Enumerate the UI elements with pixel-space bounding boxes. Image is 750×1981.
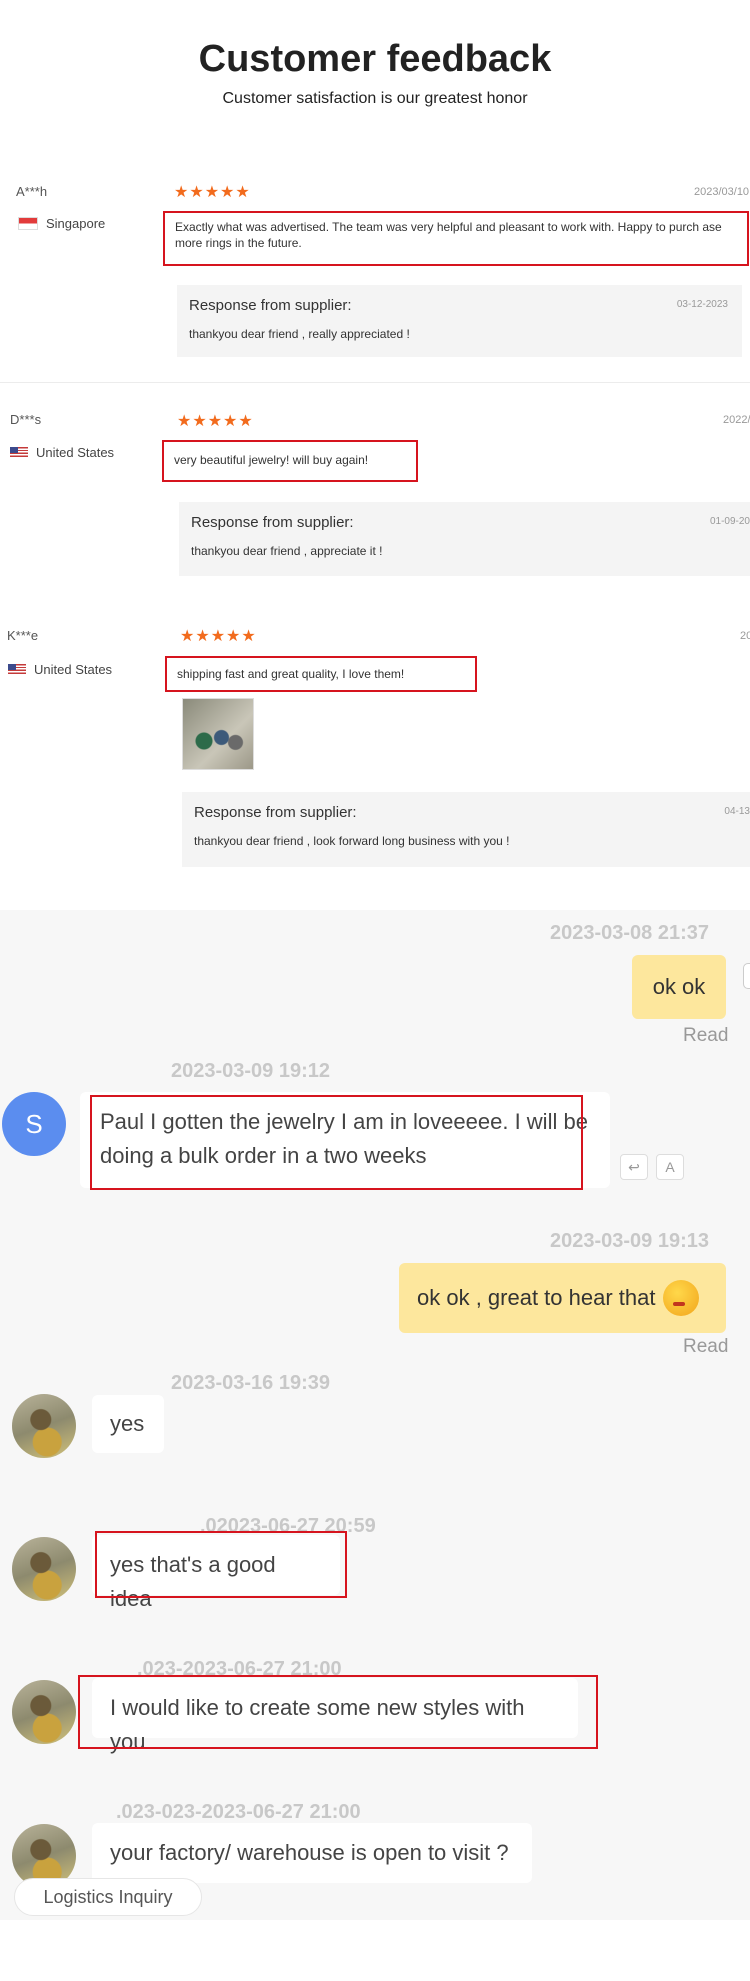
us-flag-icon xyxy=(8,664,26,675)
rating-stars: ★★★★★ xyxy=(180,628,257,645)
message-timestamp: 2023-03-08 21:37 xyxy=(550,922,710,944)
supplier-response: Response from supplier: 03-12-2023 thank… xyxy=(177,285,742,357)
supplier-response: Response from supplier: 01-09-20 thankyo… xyxy=(179,502,750,576)
review-comment: Exactly what was advertised. The team wa… xyxy=(163,211,749,266)
rating-stars: ★★★★★ xyxy=(177,413,254,430)
response-text: thankyou dear friend , appreciate it ! xyxy=(191,544,383,558)
translate-icon[interactable]: A xyxy=(656,1154,684,1180)
page-subtitle: Customer satisfaction is our greatest ho… xyxy=(222,90,528,107)
received-message-bubble[interactable]: yes xyxy=(92,1395,164,1453)
country-label: United States xyxy=(36,445,115,460)
highlight-box xyxy=(78,1675,598,1749)
logistics-inquiry-button[interactable]: Logistics Inquiry xyxy=(14,1878,202,1916)
reviewer-name: A***h xyxy=(16,184,48,199)
read-status: Read xyxy=(683,1025,729,1046)
reviewer-name: K***e xyxy=(7,628,39,643)
reviewer-name: D***s xyxy=(10,412,42,427)
review-comment: shipping fast and great quality, I love … xyxy=(165,656,477,692)
review-date: 2022/ xyxy=(723,414,750,426)
reviewer-country: United States xyxy=(10,445,114,460)
read-status: Read xyxy=(683,1336,729,1357)
us-flag-icon xyxy=(10,447,28,458)
rating-stars: ★★★★★ xyxy=(174,184,251,201)
country-label: Singapore xyxy=(46,216,106,231)
response-date: 04-13 xyxy=(724,806,750,817)
message-timestamp: .023-023-2023-06-27 21:00 xyxy=(116,1801,361,1823)
chat-screenshot: 2023-03-08 21:37 ok ok Read 2023-03-09 1… xyxy=(0,910,750,1920)
response-date: 01-09-20 xyxy=(709,516,750,527)
supplier-avatar xyxy=(12,1394,76,1458)
customer-avatar: S xyxy=(2,1092,66,1156)
message-timestamp: 2023-03-09 19:12 xyxy=(171,1060,331,1082)
singapore-flag-icon xyxy=(18,217,38,230)
supplier-response: Response from supplier: 04-13 thankyou d… xyxy=(182,792,750,867)
response-text: thankyou dear friend , really appreciate… xyxy=(189,327,410,341)
highlight-box xyxy=(95,1531,347,1598)
supplier-avatar xyxy=(12,1537,76,1601)
emoji-icon xyxy=(663,1280,700,1316)
response-title: Response from supplier: xyxy=(191,514,354,531)
sent-message-bubble[interactable]: ok ok , great to hear that xyxy=(399,1263,726,1333)
country-label: United States xyxy=(34,662,113,677)
divider xyxy=(0,382,750,383)
side-control[interactable] xyxy=(743,963,750,989)
response-title: Response from supplier: xyxy=(189,297,352,314)
sent-message-bubble[interactable]: ok ok xyxy=(632,955,726,1019)
message-timestamp: 2023-03-16 19:39 xyxy=(171,1372,331,1394)
review-photo-thumbnail[interactable] xyxy=(182,698,254,770)
review-comment: very beautiful jewelry! will buy again! xyxy=(162,440,418,482)
reviewer-country: Singapore xyxy=(18,216,105,231)
highlight-box xyxy=(90,1095,583,1190)
page-title: Customer feedback xyxy=(198,38,552,80)
review-date: 2023/03/10 xyxy=(694,186,750,198)
reply-icon[interactable]: ↩ xyxy=(620,1154,648,1180)
response-title: Response from supplier: xyxy=(194,804,357,821)
message-timestamp: 2023-03-09 19:13 xyxy=(550,1230,710,1252)
response-date: 03-12-2023 xyxy=(676,299,728,310)
response-text: thankyou dear friend , look forward long… xyxy=(194,834,510,848)
supplier-avatar xyxy=(12,1680,76,1744)
received-message-bubble[interactable]: your factory/ warehouse is open to visit… xyxy=(92,1823,532,1883)
message-text: ok ok , great to hear that xyxy=(417,1285,656,1310)
reviewer-country: United States xyxy=(8,662,112,677)
review-date: 20 xyxy=(740,630,750,642)
